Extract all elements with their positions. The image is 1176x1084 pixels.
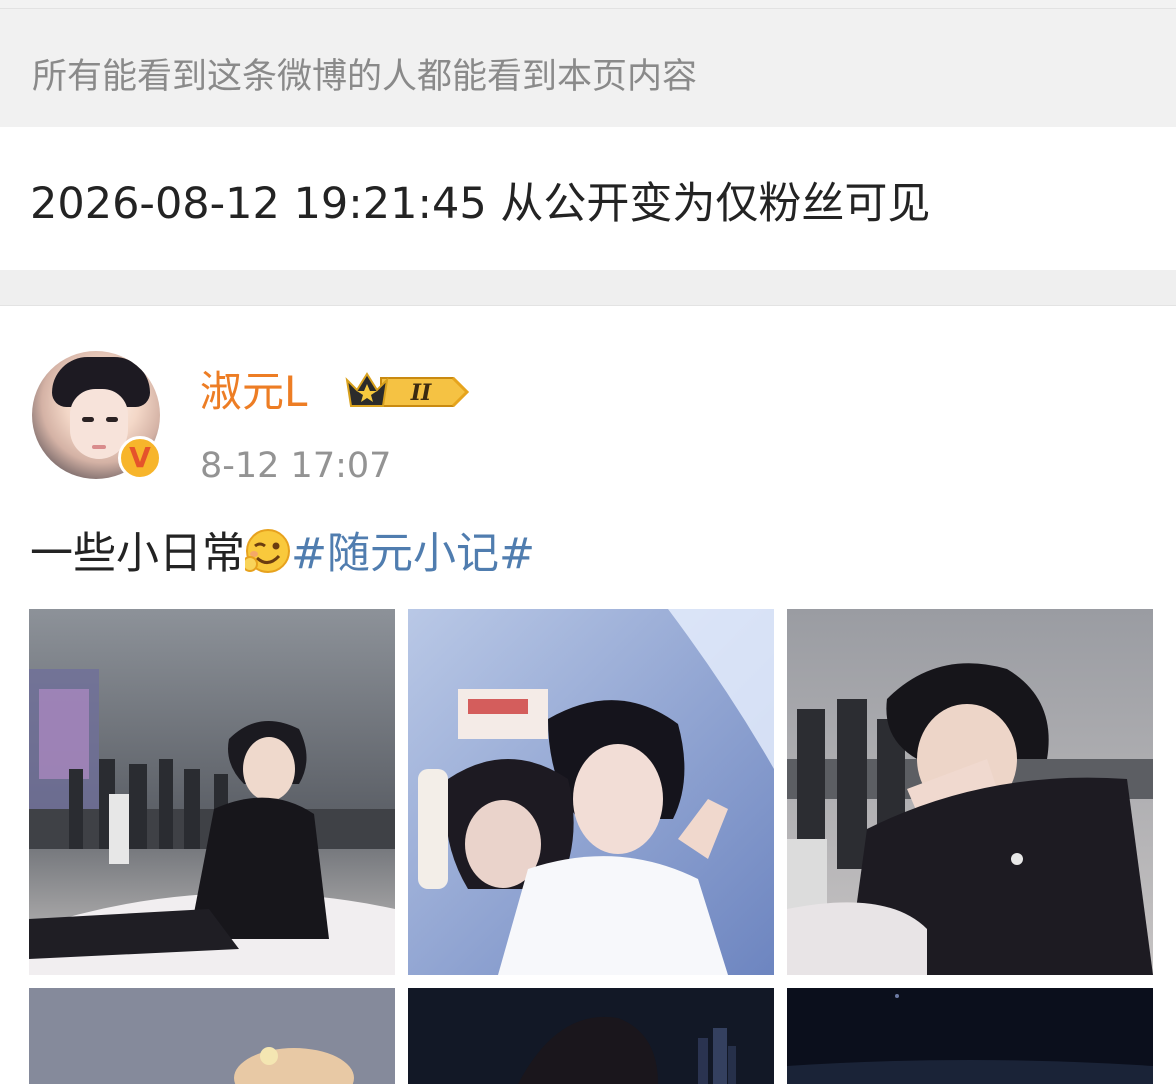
photo-5[interactable]	[408, 988, 774, 1084]
post-time[interactable]: 8-12 17:07	[200, 444, 391, 488]
vip-crown-badge-icon[interactable]: II	[343, 368, 471, 416]
post-text: 一些小日常	[30, 529, 245, 579]
post-content: 一些小日常 #随元小记#	[30, 526, 535, 582]
wink-emoji-icon	[245, 529, 290, 573]
photo-6[interactable]	[787, 988, 1153, 1084]
photo-4[interactable]	[29, 988, 395, 1084]
topic-link[interactable]: #随元小记#	[291, 529, 535, 579]
visibility-change-text: 2026-08-12 19:21:45 从公开变为仅粉丝可见	[30, 179, 931, 229]
photo-3[interactable]	[787, 609, 1153, 975]
section-divider	[0, 270, 1176, 306]
visibility-notice-bar: 所有能看到这条微博的人都能看到本页内容	[0, 8, 1176, 127]
photo-1[interactable]	[29, 609, 395, 975]
visibility-notice-text: 所有能看到这条微博的人都能看到本页内容	[32, 57, 698, 97]
photo-2[interactable]	[408, 609, 774, 975]
weibo-post: V 淑元L II 8-12 17:07 一些小日常 #随元小记#	[0, 306, 1176, 1084]
verified-badge-icon: V	[118, 436, 162, 480]
visibility-change-panel: 2026-08-12 19:21:45 从公开变为仅粉丝可见	[0, 127, 1176, 270]
vip-level-label: II	[410, 380, 432, 406]
author-name[interactable]: 淑元L	[200, 366, 307, 418]
